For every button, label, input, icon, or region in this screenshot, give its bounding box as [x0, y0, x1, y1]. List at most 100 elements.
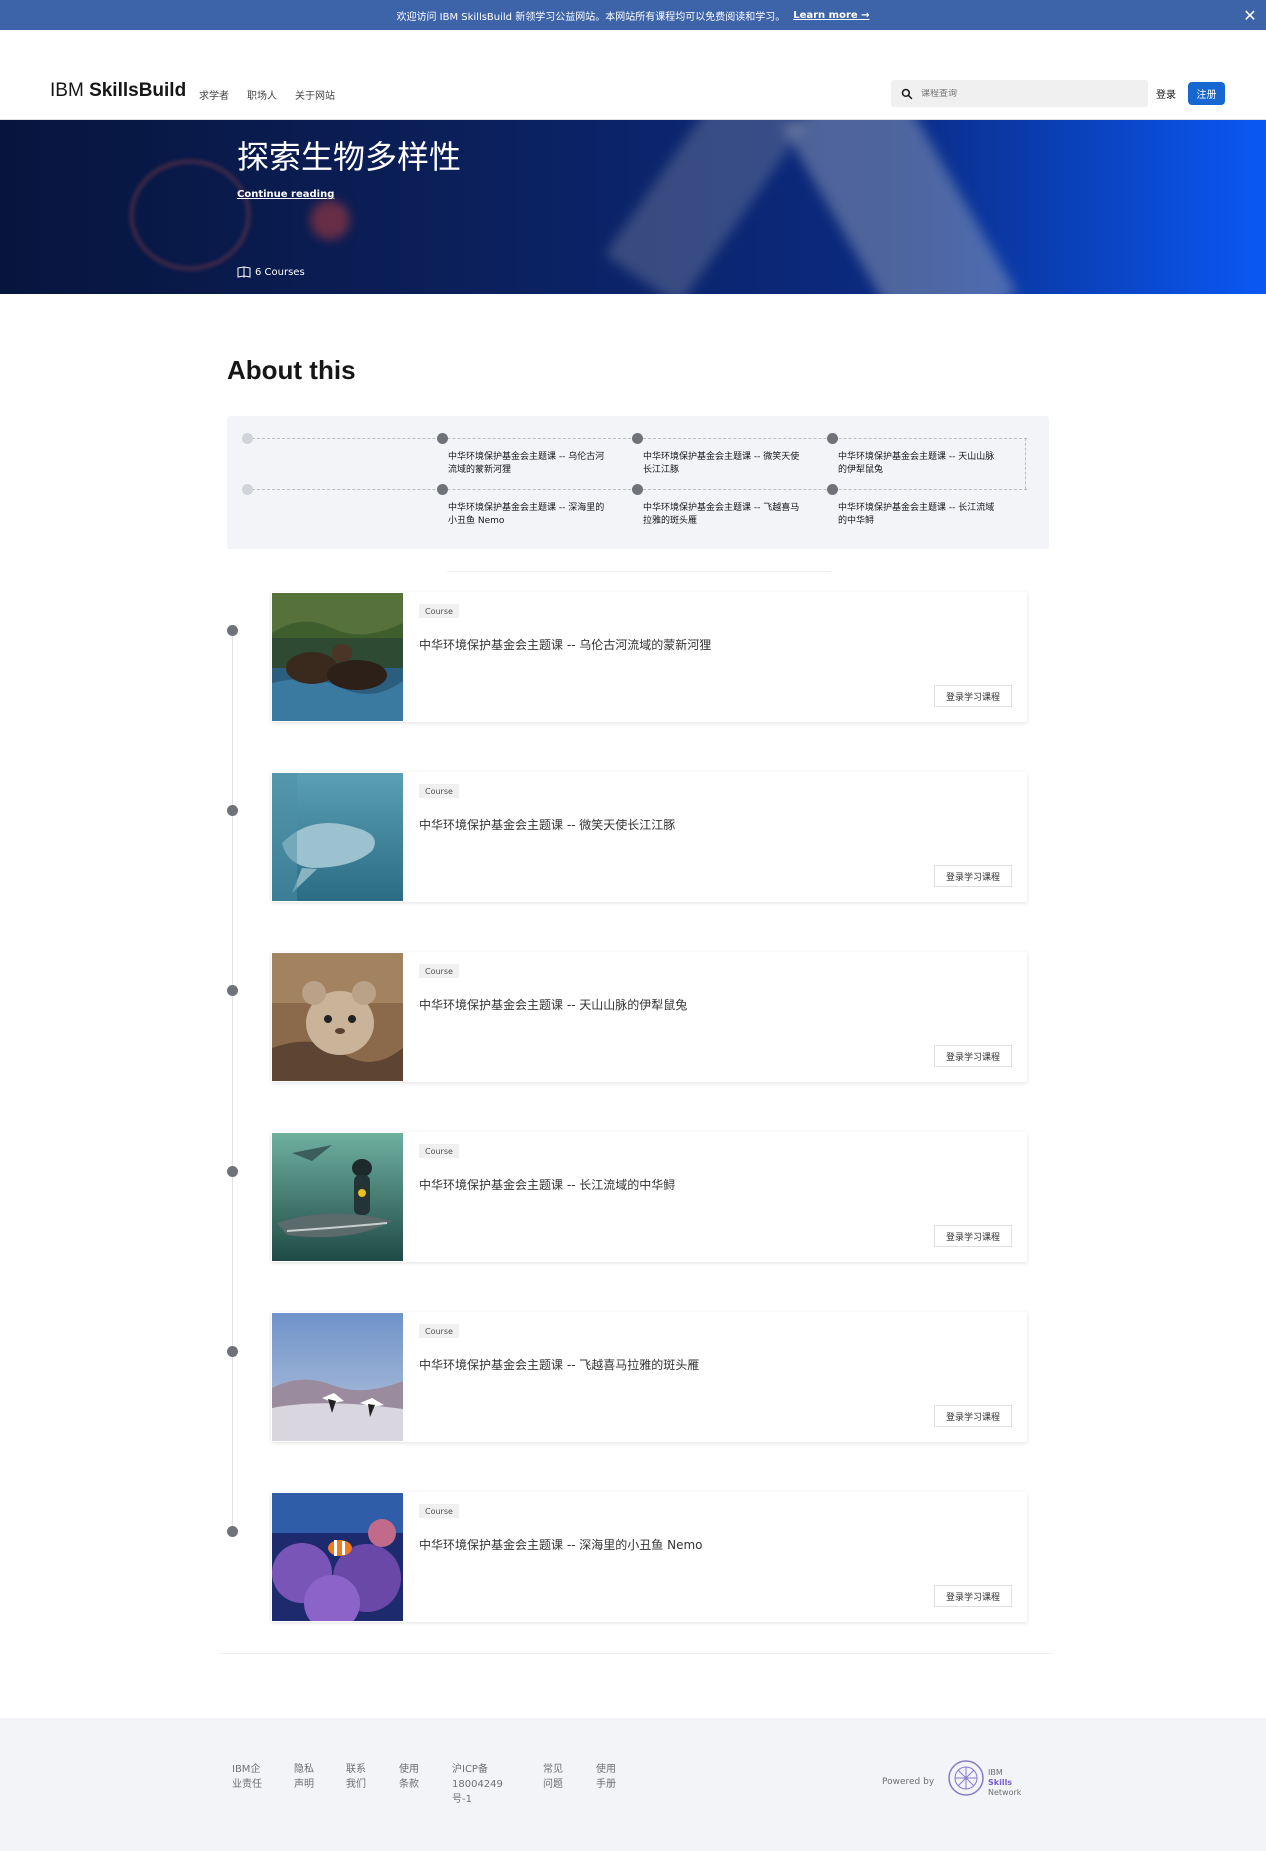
course-card[interactable]: Course 中华环境保护基金会主题课 -- 微笑天使长江江豚 登录学习课程: [271, 772, 1027, 902]
roadmap-label[interactable]: 中华环境保护基金会主题课 -- 天山山脉的伊犁鼠兔: [838, 451, 998, 477]
site-footer: IBM企 业责任 隐私 声明 联系 我们 使用 条款 沪ICP备 1800424…: [0, 1718, 1266, 1851]
hero-decoration: [605, 120, 805, 294]
course-card[interactable]: Course 中华环境保护基金会主题课 -- 长江流域的中华鲟 登录学习课程: [271, 1132, 1027, 1262]
course-card[interactable]: Course 中华环境保护基金会主题课 -- 深海里的小丑鱼 Nemo 登录学习…: [271, 1492, 1027, 1622]
footer-link-contact[interactable]: 联系 我们: [346, 1762, 366, 1792]
roadmap-label[interactable]: 中华环境保护基金会主题课 -- 长江流域的中华鲟: [838, 502, 998, 528]
footer-link-label: 隐私 声明: [294, 1764, 314, 1790]
footer-link-faq[interactable]: 常见 问题: [543, 1762, 563, 1792]
roadmap-label[interactable]: 中华环境保护基金会主题课 -- 乌伦古河流域的蒙新河狸: [448, 451, 608, 477]
roadmap-line: [1025, 438, 1026, 489]
roadmap-label[interactable]: 中华环境保护基金会主题课 -- 飞越喜马拉雅的斑头雁: [643, 502, 803, 528]
course-title[interactable]: 中华环境保护基金会主题课 -- 乌伦古河流域的蒙新河狸: [419, 636, 711, 653]
timeline-dot: [227, 625, 238, 636]
roadmap-dot[interactable]: [437, 433, 448, 444]
roadmap-dot: [242, 484, 253, 495]
footer-link-privacy[interactable]: 隐私 声明: [294, 1762, 314, 1792]
timeline-line: [232, 630, 233, 1532]
login-to-learn-button[interactable]: 登录学习课程: [934, 1405, 1012, 1427]
course-tag: Course: [419, 1504, 459, 1518]
roadmap-dot[interactable]: [632, 484, 643, 495]
footer-link-label: 沪ICP备 18004249 号-1: [452, 1764, 503, 1805]
roadmap-dot[interactable]: [827, 433, 838, 444]
login-to-learn-button[interactable]: 登录学习课程: [934, 685, 1012, 707]
timeline-dot: [227, 1166, 238, 1177]
timeline-dot: [227, 985, 238, 996]
course-tag: Course: [419, 1324, 459, 1338]
course-title[interactable]: 中华环境保护基金会主题课 -- 微笑天使长江江豚: [419, 816, 675, 833]
logo-line: Skills: [988, 1778, 1013, 1787]
course-thumbnail-pika: [272, 953, 403, 1081]
login-to-learn-button[interactable]: 登录学习课程: [934, 1585, 1012, 1607]
search-box[interactable]: [891, 80, 1148, 107]
timeline-dot: [227, 805, 238, 816]
continue-reading-link[interactable]: Continue reading: [237, 189, 334, 200]
about-heading: About this: [227, 355, 356, 385]
section-divider: [220, 1653, 1052, 1654]
roadmap-dot[interactable]: [437, 484, 448, 495]
nav-item-learners[interactable]: 求学者: [199, 87, 229, 102]
footer-link-label: 常见 问题: [543, 1764, 563, 1790]
banner-text: 欢迎访问 IBM SkillsBuild 新领学习公益网站。本网站所有课程均可以…: [396, 11, 786, 23]
roadmap-label[interactable]: 中华环境保护基金会主题课 -- 微笑天使长江江豚: [643, 451, 803, 477]
course-title[interactable]: 中华环境保护基金会主题课 -- 飞越喜马拉雅的斑头雁: [419, 1356, 699, 1373]
close-icon[interactable]: ✕: [1240, 5, 1260, 25]
page-title: 探索生物多样性: [237, 138, 462, 176]
roadmap-dot[interactable]: [827, 484, 838, 495]
roadmap-dot[interactable]: [632, 433, 643, 444]
course-thumbnail-porpoise: [272, 773, 403, 901]
course-thumbnail-clownfish: [272, 1493, 403, 1621]
hero-decoration: [783, 120, 1017, 294]
course-thumbnail-sturgeon: [272, 1133, 403, 1261]
learn-more-link[interactable]: Learn more →: [793, 10, 869, 21]
footer-link-terms[interactable]: 使用 条款: [399, 1762, 419, 1792]
course-count: 6 Courses: [237, 266, 305, 278]
roadmap-dot: [242, 433, 253, 444]
footer-link-label: IBM企 业责任: [232, 1764, 262, 1790]
course-thumbnail-beaver: [272, 593, 403, 721]
roadmap-label[interactable]: 中华环境保护基金会主题课 -- 深海里的小丑鱼 Nemo: [448, 502, 608, 528]
book-icon: [237, 266, 251, 278]
course-count-label: 6 Courses: [255, 266, 305, 278]
section-divider: [447, 571, 831, 572]
main-nav: 求学者 职场人 关于网站: [199, 87, 335, 102]
footer-link-manual[interactable]: 使用 手册: [596, 1762, 616, 1792]
signup-button[interactable]: 注册: [1188, 82, 1225, 105]
login-link[interactable]: 登录: [1156, 86, 1176, 101]
footer-link-icp[interactable]: 沪ICP备 18004249 号-1: [452, 1762, 503, 1807]
logo-line: IBM: [988, 1768, 1003, 1777]
hero-decoration: [130, 160, 250, 270]
skills-network-logo-icon[interactable]: [946, 1758, 986, 1798]
logo-line: Network: [988, 1788, 1022, 1797]
course-card[interactable]: Course 中华环境保护基金会主题课 -- 乌伦古河流域的蒙新河狸 登录学习课…: [271, 592, 1027, 722]
login-to-learn-button[interactable]: 登录学习课程: [934, 1225, 1012, 1247]
course-title[interactable]: 中华环境保护基金会主题课 -- 天山山脉的伊犁鼠兔: [419, 996, 687, 1013]
hero-decoration: [310, 200, 350, 240]
course-card[interactable]: Course 中华环境保护基金会主题课 -- 天山山脉的伊犁鼠兔 登录学习课程: [271, 952, 1027, 1082]
course-card[interactable]: Course 中华环境保护基金会主题课 -- 飞越喜马拉雅的斑头雁 登录学习课程: [271, 1312, 1027, 1442]
course-tag: Course: [419, 964, 459, 978]
timeline-dot: [227, 1526, 238, 1537]
footer-link-label: 联系 我们: [346, 1764, 366, 1790]
announcement-banner: 欢迎访问 IBM SkillsBuild 新领学习公益网站。本网站所有课程均可以…: [0, 0, 1266, 30]
login-to-learn-button[interactable]: 登录学习课程: [934, 865, 1012, 887]
search-icon: [901, 88, 913, 99]
site-header: IBM SkillsBuild 求学者 职场人 关于网站 登录 注册: [0, 30, 1266, 120]
login-to-learn-button[interactable]: 登录学习课程: [934, 1045, 1012, 1067]
course-thumbnail-geese: [272, 1313, 403, 1441]
nav-item-about[interactable]: 关于网站: [295, 87, 335, 102]
skills-network-logo-text: IBM Skills Network: [988, 1768, 1021, 1798]
footer-link-label: 使用 条款: [399, 1764, 419, 1790]
course-title[interactable]: 中华环境保护基金会主题课 -- 深海里的小丑鱼 Nemo: [419, 1536, 703, 1553]
site-logo[interactable]: IBM SkillsBuild: [50, 80, 186, 102]
logo-ibm: IBM: [50, 80, 84, 101]
logo-skillsbuild: SkillsBuild: [89, 80, 187, 101]
timeline-dot: [227, 1346, 238, 1357]
course-title[interactable]: 中华环境保护基金会主题课 -- 长江流域的中华鲟: [419, 1176, 675, 1193]
course-tag: Course: [419, 1144, 459, 1158]
course-tag: Course: [419, 604, 459, 618]
hero-banner: 探索生物多样性 Continue reading 6 Courses: [0, 120, 1266, 294]
nav-item-professionals[interactable]: 职场人: [247, 87, 277, 102]
footer-link-csr[interactable]: IBM企 业责任: [232, 1762, 262, 1792]
search-input[interactable]: [921, 88, 1121, 99]
